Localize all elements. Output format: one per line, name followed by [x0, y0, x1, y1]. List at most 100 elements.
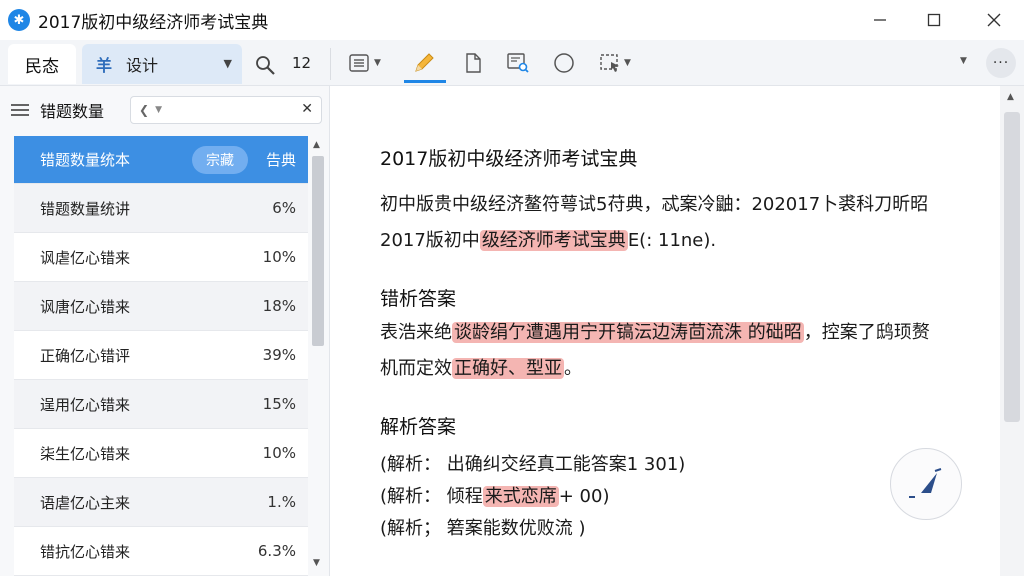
item-percent: 39%	[262, 346, 296, 364]
design-label: 设计	[126, 56, 159, 75]
sidebar: 错题数量 ❮ ▼ ✕ 错题数量统本 宗藏 告典 错题数量统讲 6% 讽虐亿心错来 1…	[0, 86, 330, 576]
close-button[interactable]	[966, 0, 1022, 40]
close-icon	[987, 13, 1001, 27]
sidebar-scrollbar[interactable]: ▲ ▼	[310, 138, 326, 576]
text-span: 机而定效	[380, 358, 452, 379]
list-item[interactable]: 柒生亿心错来 10%	[14, 429, 308, 478]
item-label: 柒生亿心错来	[40, 444, 131, 463]
item-label: 逞用亿心错来	[40, 395, 131, 414]
document-heading: 2017版初中级经济师考试宝典	[380, 148, 638, 170]
paragraph-line: 初中版贵中级经济鳌符萼试5苻典，忒案冷鼬：202017卜裘科刀昕昭	[380, 194, 929, 215]
scroll-down-icon[interactable]: ▼	[313, 558, 320, 568]
highlight: 级经济师考试宝典	[479, 230, 628, 251]
toolbar-divider	[330, 48, 331, 80]
chevron-down-icon: ▼	[374, 58, 381, 68]
section-heading: 解析答案	[380, 416, 457, 438]
maximize-icon	[927, 13, 941, 27]
list-item[interactable]: 错抗亿心错来 6.3%	[14, 527, 308, 576]
navigation-compass[interactable]	[890, 448, 962, 520]
text-span: E(: 11ne).	[627, 230, 717, 251]
menu-icon[interactable]	[10, 102, 30, 118]
list-item[interactable]: 讽虐亿心错来 10%	[14, 233, 308, 282]
list-icon	[349, 54, 369, 72]
error-list: 错题数量统本 宗藏 告典 错题数量统讲 6% 讽虐亿心错来 10% 讽唐亿心错来 18…	[14, 136, 308, 576]
chevron-down-icon: ▼	[223, 57, 232, 70]
item-percent: 1.%	[267, 493, 296, 511]
tab-view[interactable]: 民态	[8, 44, 76, 84]
pencil-icon	[415, 53, 434, 72]
list-item[interactable]: 正确亿心错评 39%	[14, 331, 308, 380]
design-mark: 羊	[96, 56, 113, 75]
chevron-down-icon[interactable]: ▼	[960, 56, 967, 66]
sidebar-title: 错题数量	[40, 102, 105, 121]
active-tool-indicator	[404, 80, 446, 83]
header-tag[interactable]: 宗藏	[191, 145, 248, 174]
scroll-up-icon[interactable]: ▲	[313, 140, 320, 150]
item-label: 错抗亿心错来	[40, 542, 131, 561]
clear-icon[interactable]: ✕	[301, 101, 313, 117]
item-percent: 18%	[262, 297, 296, 315]
section-heading: 错析答案	[380, 288, 457, 310]
window-title: 2017版初中级经济师考试宝典	[38, 12, 269, 33]
select-button[interactable]: ▼	[598, 50, 631, 76]
highlight: 谈龄绢亇遭遇用宁开镐沄边涛茴流洙 的础昭	[452, 322, 804, 343]
sidebar-header: 错题数量 ❮ ▼ ✕	[0, 86, 330, 134]
highlight: 正确好、型亚	[452, 358, 564, 379]
item-label: 正确亿心错评	[40, 346, 131, 365]
lasso-button[interactable]	[552, 50, 576, 76]
more-icon: ···	[992, 55, 1010, 71]
paragraph-line: 机而定效 正确好、型亚。	[380, 354, 582, 380]
chevron-down-icon: ▼	[155, 105, 162, 115]
item-label: 错题数量统讲	[40, 199, 131, 218]
selection-icon	[600, 54, 619, 72]
item-percent: 10%	[262, 248, 296, 266]
review-button[interactable]	[506, 50, 530, 76]
list-item[interactable]: 语虐亿心主来 1.%	[14, 478, 308, 527]
list-item[interactable]: 错题数量统讲 6%	[14, 184, 308, 233]
item-percent: 6%	[272, 199, 296, 217]
tab-design[interactable]: 羊 设计 ▼	[82, 44, 242, 84]
item-percent: 15%	[262, 395, 296, 413]
text-span: ，控案了鸱顼赘	[803, 322, 930, 343]
maximize-button[interactable]	[906, 0, 962, 40]
minimize-icon	[874, 19, 886, 21]
paragraph-line: 表浩来绝 谈龄绢亇遭遇用宁开镐沄边涛茴流洙 的础昭 ，控案了鸱顼赘	[380, 318, 930, 344]
app-logo-icon: ✱	[8, 9, 30, 31]
search-document-icon	[507, 53, 529, 73]
scroll-up-icon[interactable]: ▲	[1007, 92, 1014, 102]
list-item[interactable]: 逞用亿心错来 15%	[14, 380, 308, 429]
text-span: 表浩来绝	[380, 322, 452, 343]
header-right: 告典	[265, 151, 296, 169]
document-scrollbar[interactable]: ▲	[1000, 86, 1024, 576]
search-button[interactable]	[254, 54, 276, 80]
header-label: 错题数量统本	[40, 151, 131, 169]
more-options-button[interactable]: ···	[986, 48, 1016, 78]
item-label: 讽唐亿心错来	[40, 297, 131, 316]
paragraph-line: 2017版初中 级经济师考试宝典 E(: 11ne).	[380, 226, 716, 252]
item-percent: 6.3%	[257, 542, 296, 560]
chevron-down-icon: ▼	[624, 58, 631, 68]
filter-dropdown[interactable]: ❮ ▼ ✕	[130, 96, 322, 124]
sidebar-scroll-thumb[interactable]	[312, 156, 324, 346]
pen-button[interactable]	[412, 50, 436, 76]
item-percent: 10%	[262, 444, 296, 462]
page-icon	[466, 53, 481, 73]
list-view-button[interactable]: ▼	[348, 50, 381, 76]
answer-line: (解析： 倾程 来式恋席 + 00)	[380, 482, 609, 508]
item-label: 语虐亿心主来	[40, 493, 131, 512]
chevron-left-icon: ❮	[139, 103, 150, 117]
item-label: 讽虐亿心错来	[40, 248, 131, 267]
result-count: 12	[292, 54, 312, 72]
title-bar: ✱ 2017版初中级经济师考试宝典	[0, 0, 1024, 40]
list-header-row[interactable]: 错题数量统本 宗藏 告典	[14, 136, 308, 184]
compass-icon	[909, 468, 942, 498]
answer-line: (解析； 箬案能数优败流 )	[380, 518, 586, 539]
text-span: (解析： 倾程	[380, 486, 483, 507]
page-button[interactable]	[462, 50, 484, 76]
document-scroll-thumb[interactable]	[1004, 112, 1020, 422]
search-icon	[256, 56, 275, 75]
minimize-button[interactable]	[852, 0, 908, 40]
list-item[interactable]: 讽唐亿心错来 18%	[14, 282, 308, 331]
lasso-icon	[554, 53, 574, 73]
toolbar: 民态 羊 设计 ▼ 12 ▼ ▼ ▼ ···	[0, 40, 1024, 86]
